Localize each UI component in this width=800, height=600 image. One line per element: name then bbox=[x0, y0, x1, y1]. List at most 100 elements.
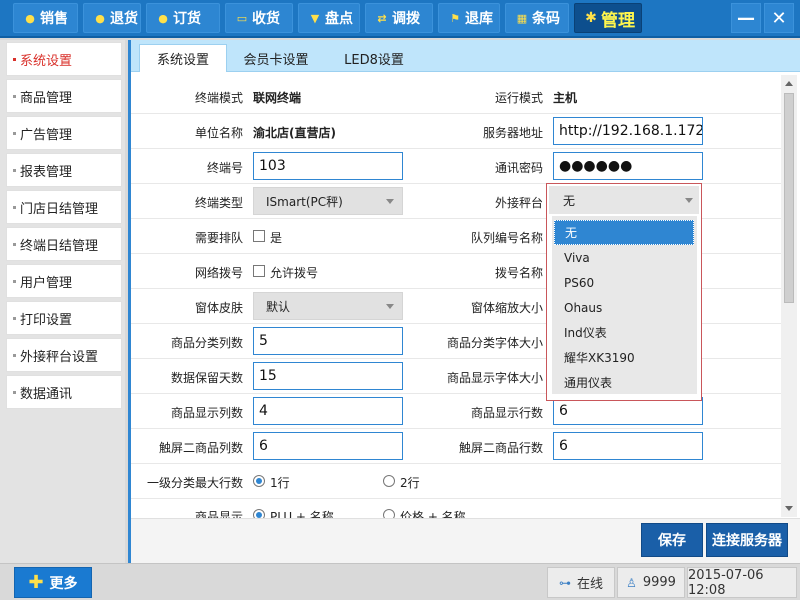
sidebar-item-terminal-daily[interactable]: 终端日结管理 bbox=[6, 227, 122, 261]
tab-manage[interactable]: ✱ 管理 bbox=[574, 3, 642, 33]
bullet-icon bbox=[13, 279, 16, 283]
scale-option[interactable]: PS60 bbox=[554, 270, 694, 295]
sidebar-item-label: 用户管理 bbox=[20, 275, 73, 291]
goods-display-radio-1[interactable] bbox=[253, 509, 265, 518]
touch-cols-label: 触屏二商品列数 bbox=[158, 441, 243, 455]
keep-days-input[interactable]: 15 bbox=[253, 362, 403, 390]
scale-option[interactable]: 通用仪表 bbox=[554, 370, 694, 395]
tab-label: 退货 bbox=[110, 11, 138, 27]
vertical-scrollbar[interactable] bbox=[781, 75, 797, 517]
tab-label: 退库 bbox=[465, 11, 493, 27]
tab-barcode[interactable]: ▦ 条码 bbox=[505, 3, 569, 33]
scale-option[interactable]: Ohaus bbox=[554, 295, 694, 320]
tab-sales[interactable]: ● 销售 bbox=[13, 3, 78, 33]
status-bar: ✚ 更多 ⊶ 在线 ♙ 9999 2015-07-06 12:08 bbox=[0, 563, 800, 600]
scroll-up-icon[interactable] bbox=[785, 81, 793, 86]
sidebar-item-data-comm[interactable]: 数据通讯 bbox=[6, 375, 122, 409]
circle-icon: ● bbox=[95, 11, 105, 25]
sidebar-item-system-settings[interactable]: 系统设置 bbox=[6, 42, 122, 76]
dial-name-label: 拨号名称 bbox=[494, 266, 543, 280]
scale-option[interactable]: Viva bbox=[554, 245, 694, 270]
sidebar-item-report-mgmt[interactable]: 报表管理 bbox=[6, 153, 122, 187]
bullet-icon bbox=[13, 390, 16, 394]
touch-cols-input[interactable]: 6 bbox=[253, 432, 403, 460]
select-value: 无 bbox=[563, 193, 576, 208]
sidebar-item-store-daily[interactable]: 门店日结管理 bbox=[6, 190, 122, 224]
save-button[interactable]: 保存 bbox=[641, 523, 703, 557]
touch-rows-label: 触屏二商品行数 bbox=[458, 441, 543, 455]
sidebar-item-scale-settings[interactable]: 外接秤台设置 bbox=[6, 338, 122, 372]
scale-option[interactable]: Ind仪表 bbox=[554, 320, 694, 345]
scale-dropdown[interactable]: 无 无 Viva PS60 Ohaus Ind仪表 耀华XK3190 通用仪表 bbox=[546, 183, 702, 401]
datetime-display: 2015-07-06 12:08 bbox=[687, 567, 797, 598]
bullet-icon bbox=[13, 316, 16, 320]
server-address-input[interactable]: http://192.168.1.172:8 bbox=[553, 117, 703, 145]
display-cols-label: 商品显示列数 bbox=[170, 406, 243, 420]
max-rows-radio-2[interactable] bbox=[383, 475, 395, 487]
max-rows-radio-1[interactable] bbox=[253, 475, 265, 487]
touch-rows-input[interactable]: 6 bbox=[553, 432, 703, 460]
tab-label: 调拨 bbox=[392, 11, 420, 27]
goods-display-radio-2[interactable] bbox=[383, 509, 395, 518]
terminal-type-select[interactable]: ISmart(PC秤) bbox=[253, 187, 403, 215]
sidebar-item-user-mgmt[interactable]: 用户管理 bbox=[6, 264, 122, 298]
comm-password-input[interactable]: ●●●●●● bbox=[553, 152, 703, 180]
terminal-no-input[interactable]: 103 bbox=[253, 152, 403, 180]
goods-display-option-1: PLU + 名称 bbox=[270, 510, 334, 518]
subtab-member-card[interactable]: 会员卡设置 bbox=[231, 44, 321, 72]
online-status: ⊶ 在线 bbox=[547, 567, 615, 598]
display-cols-input[interactable]: 4 bbox=[253, 397, 403, 425]
tab-returns[interactable]: ● 退货 bbox=[83, 3, 141, 33]
scale-option-list: 无 Viva PS60 Ohaus Ind仪表 耀华XK3190 通用仪表 bbox=[552, 216, 697, 394]
scroll-thumb[interactable] bbox=[784, 93, 794, 303]
queue-checkbox[interactable] bbox=[253, 230, 265, 242]
net-dial-checkbox[interactable] bbox=[253, 265, 265, 277]
scale-option[interactable]: 耀华XK3190 bbox=[554, 345, 694, 370]
max-rows-option-1: 1行 bbox=[270, 476, 290, 490]
sidebar-item-label: 数据通讯 bbox=[20, 386, 73, 402]
skin-select[interactable]: 默认 bbox=[253, 292, 403, 320]
scroll-down-icon[interactable] bbox=[785, 506, 793, 511]
sidebar-item-print-settings[interactable]: 打印设置 bbox=[6, 301, 122, 335]
unit-name-label: 单位名称 bbox=[194, 126, 243, 140]
keep-days-label: 数据保留天数 bbox=[170, 371, 243, 385]
circle-icon: ● bbox=[158, 11, 168, 25]
tab-stock-return[interactable]: ⚑ 退库 bbox=[438, 3, 500, 33]
document-icon: ▭ bbox=[236, 11, 248, 25]
minimize-icon: — bbox=[737, 7, 755, 29]
sidebar-item-product-mgmt[interactable]: 商品管理 bbox=[6, 79, 122, 113]
close-button[interactable]: ✕ bbox=[764, 3, 794, 33]
more-button[interactable]: ✚ 更多 bbox=[14, 567, 92, 598]
subtab-system-settings[interactable]: 系统设置 bbox=[139, 44, 227, 72]
close-icon: ✕ bbox=[771, 7, 787, 29]
connect-server-button[interactable]: 连接服务器 bbox=[706, 523, 788, 557]
tab-label: 管理 bbox=[601, 10, 635, 31]
bullet-icon bbox=[13, 131, 16, 135]
tab-receive[interactable]: ▭ 收货 bbox=[225, 3, 293, 33]
row-divider bbox=[131, 463, 781, 464]
bullet-icon bbox=[13, 168, 16, 172]
subtab-label: 会员卡设置 bbox=[243, 52, 309, 68]
plus-icon: ✚ bbox=[28, 572, 44, 593]
subtab-led8[interactable]: LED8设置 bbox=[329, 44, 419, 72]
sidebar-item-label: 外接秤台设置 bbox=[20, 349, 99, 365]
minimize-button[interactable]: — bbox=[731, 3, 761, 33]
category-cols-label: 商品分类列数 bbox=[170, 336, 243, 350]
tab-transfer[interactable]: ⇄ 调拨 bbox=[365, 3, 433, 33]
goods-display-label: 商品显示 bbox=[194, 510, 243, 518]
scale-select[interactable]: 无 bbox=[549, 186, 699, 214]
tab-label: 订货 bbox=[173, 11, 201, 27]
user-icon: ♙ bbox=[626, 575, 637, 590]
sidebar-item-label: 门店日结管理 bbox=[20, 201, 99, 217]
sidebar-item-ad-mgmt[interactable]: 广告管理 bbox=[6, 116, 122, 150]
terminal-mode-label: 终端模式 bbox=[194, 91, 243, 105]
row-divider bbox=[131, 498, 781, 499]
subtab-label: 系统设置 bbox=[156, 53, 209, 68]
scale-option[interactable]: 无 bbox=[554, 220, 694, 245]
category-cols-input[interactable]: 5 bbox=[253, 327, 403, 355]
tab-order[interactable]: ● 订货 bbox=[146, 3, 220, 33]
terminal-type-label: 终端类型 bbox=[194, 196, 243, 210]
tab-inventory[interactable]: ▼ 盘点 bbox=[298, 3, 360, 33]
top-nav-bar: ● 销售 ● 退货 ● 订货 ▭ 收货 ▼ 盘点 ⇄ 调拨 ⚑ 退库 ▦ 条码 … bbox=[0, 0, 800, 38]
display-rows-input[interactable]: 6 bbox=[553, 397, 703, 425]
